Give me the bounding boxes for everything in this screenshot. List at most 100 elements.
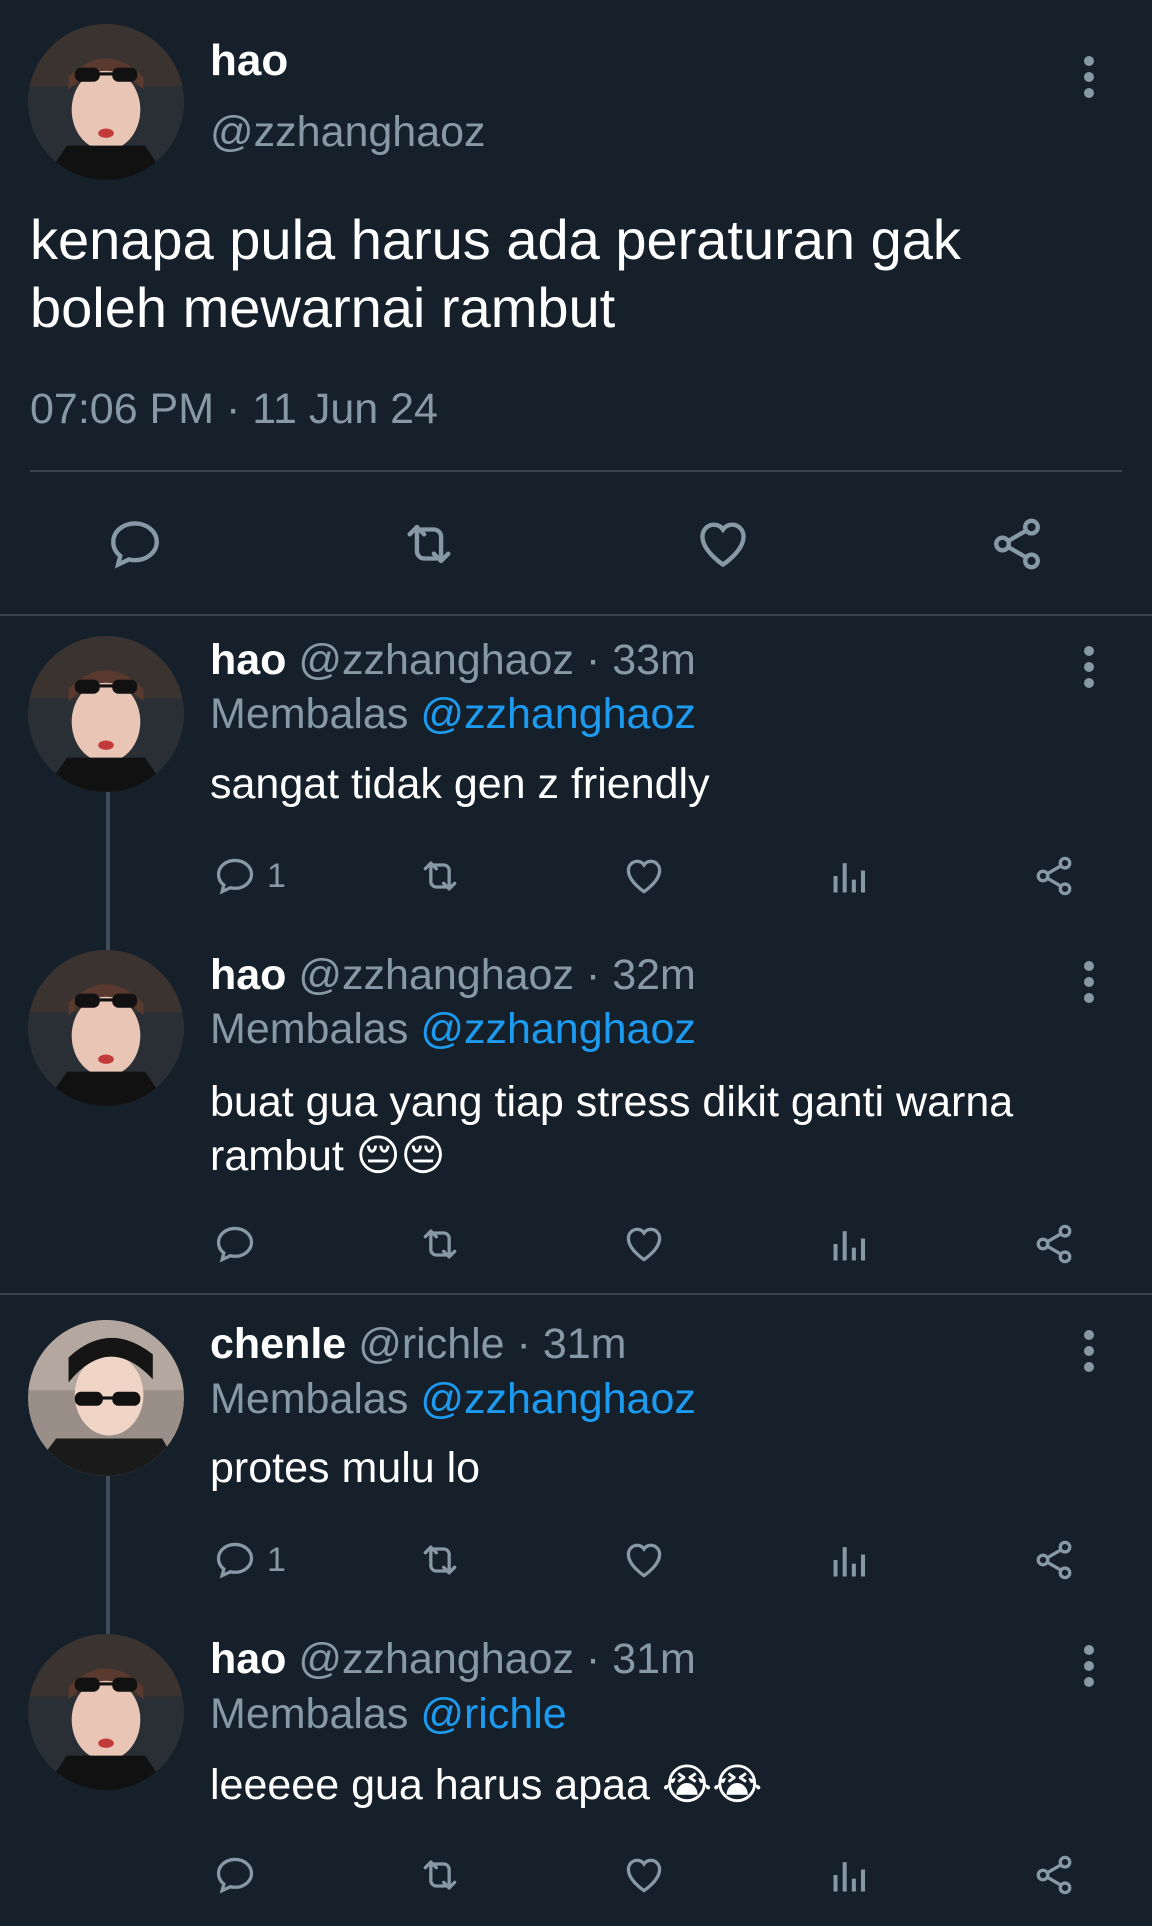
- avatar[interactable]: [28, 636, 184, 792]
- retweet-icon: [423, 861, 457, 891]
- reply-text: sangat tidak gen z friendly: [210, 760, 710, 808]
- mention-link[interactable]: @zzhanghaoz: [420, 1375, 696, 1423]
- divider: [30, 470, 1122, 472]
- replying-to: Membalas @richle: [210, 1690, 567, 1739]
- display-name[interactable]: hao: [210, 951, 286, 999]
- replying-label: Membalas: [210, 690, 409, 738]
- analytics-icon: [833, 1862, 866, 1892]
- reply-header: hao @zzhanghaoz · 32m: [210, 951, 696, 1000]
- analytics-icon: [833, 1231, 866, 1261]
- views-button[interactable]: [828, 1853, 872, 1897]
- share-button[interactable]: [988, 515, 1046, 573]
- reply-time: · 31m: [516, 1320, 627, 1368]
- reply-text-line: rambut 😔😔: [210, 1129, 1013, 1183]
- heart-icon: [626, 1543, 662, 1578]
- mention-link[interactable]: @zzhanghaoz: [420, 690, 696, 738]
- divider: [0, 1293, 1152, 1295]
- reply-icon: [216, 1226, 254, 1263]
- more-options-icon[interactable]: [1079, 1645, 1099, 1689]
- like-button[interactable]: [622, 1853, 666, 1897]
- retweet-button[interactable]: [415, 1538, 465, 1582]
- reply-text: buat gua yang tiap stress dikit ganti wa…: [210, 1075, 1013, 1183]
- reply-text-word: rambut: [210, 1132, 344, 1180]
- reply-text-line: buat gua yang tiap stress dikit ganti wa…: [210, 1078, 1014, 1126]
- views-button[interactable]: [828, 1222, 872, 1266]
- reply-icon: [111, 521, 159, 569]
- display-name[interactable]: hao: [210, 36, 288, 86]
- like-button[interactable]: [622, 854, 666, 898]
- like-button[interactable]: [622, 1222, 666, 1266]
- replying-to: Membalas @zzhanghaoz: [210, 1005, 696, 1054]
- more-options-icon[interactable]: [1079, 56, 1099, 100]
- heart-icon: [700, 522, 746, 568]
- handle[interactable]: @zzhanghaoz: [298, 951, 574, 999]
- retweet-button[interactable]: [415, 1222, 465, 1266]
- reply-icon: [216, 1542, 254, 1579]
- views-button[interactable]: [828, 854, 872, 898]
- mention-link[interactable]: @richle: [420, 1690, 566, 1738]
- share-button[interactable]: [1032, 1222, 1076, 1266]
- reply-button[interactable]: [106, 515, 164, 573]
- display-name[interactable]: chenle: [210, 1320, 346, 1368]
- reply-time: · 31m: [585, 1635, 696, 1683]
- more-options-icon[interactable]: [1079, 646, 1099, 690]
- emoji: 😭😭: [661, 1760, 763, 1810]
- reply-button[interactable]: 1: [213, 1538, 286, 1582]
- handle[interactable]: @richle: [358, 1320, 504, 1368]
- reply-icon: [216, 1857, 254, 1894]
- thread-line: [106, 792, 110, 950]
- tweet-text-line: boleh mewarnai rambut: [30, 276, 616, 339]
- share-icon: [994, 518, 1040, 570]
- share-button[interactable]: [1032, 1853, 1076, 1897]
- reply-button[interactable]: [213, 1853, 267, 1897]
- reply-button[interactable]: [213, 1222, 267, 1266]
- reply-text: protes mulu lo: [210, 1444, 481, 1492]
- mention-link[interactable]: @zzhanghaoz: [420, 1005, 696, 1053]
- more-options-icon[interactable]: [1079, 1330, 1099, 1374]
- thread-line: [106, 1476, 110, 1634]
- retweet-icon: [423, 1545, 457, 1575]
- share-icon: [1036, 856, 1072, 896]
- tweet-text-line: kenapa pula harus ada peraturan gak: [30, 208, 961, 271]
- timestamp: 07:06 PM · 11 Jun 24: [30, 385, 438, 433]
- reply-header: hao @zzhanghaoz · 33m: [210, 636, 696, 685]
- share-button[interactable]: [1032, 854, 1076, 898]
- avatar[interactable]: [28, 1320, 184, 1476]
- retweet-icon: [423, 1229, 457, 1259]
- retweet-button[interactable]: [415, 854, 465, 898]
- share-button[interactable]: [1032, 1538, 1076, 1582]
- reply-text-line: leeeee gua harus apaa: [210, 1761, 650, 1809]
- handle[interactable]: @zzhanghaoz: [298, 636, 574, 684]
- replying-label: Membalas: [210, 1690, 409, 1738]
- replying-label: Membalas: [210, 1375, 409, 1423]
- analytics-icon: [833, 1547, 866, 1577]
- retweet-button[interactable]: [415, 1853, 465, 1897]
- replying-to: Membalas @zzhanghaoz: [210, 690, 696, 739]
- tweet-text: kenapa pula harus ada peraturan gak bole…: [30, 206, 961, 342]
- heart-icon: [626, 859, 662, 894]
- avatar[interactable]: [28, 950, 184, 1106]
- share-icon: [1036, 1540, 1072, 1580]
- share-icon: [1036, 1224, 1072, 1264]
- replying-label: Membalas: [210, 1005, 409, 1053]
- reply-count: 1: [267, 1540, 286, 1579]
- handle[interactable]: @zzhanghaoz: [210, 108, 486, 157]
- display-name[interactable]: hao: [210, 1635, 286, 1683]
- reply-count: 1: [267, 856, 286, 895]
- emoji: 😔😔: [355, 1131, 446, 1181]
- avatar[interactable]: [28, 1634, 184, 1790]
- divider: [0, 614, 1152, 616]
- retweet-button[interactable]: [397, 515, 461, 573]
- like-button[interactable]: [622, 1538, 666, 1582]
- avatar[interactable]: [28, 24, 184, 180]
- handle[interactable]: @zzhanghaoz: [298, 1635, 574, 1683]
- reply-button[interactable]: 1: [213, 854, 286, 898]
- like-button[interactable]: [694, 515, 752, 573]
- reply-time: · 32m: [585, 951, 696, 999]
- reply-text: leeeee gua harus apaa 😭😭: [210, 1760, 762, 1810]
- heart-icon: [626, 1858, 662, 1893]
- more-options-icon[interactable]: [1079, 961, 1099, 1005]
- display-name[interactable]: hao: [210, 636, 286, 684]
- share-icon: [1036, 1855, 1072, 1895]
- views-button[interactable]: [828, 1538, 872, 1582]
